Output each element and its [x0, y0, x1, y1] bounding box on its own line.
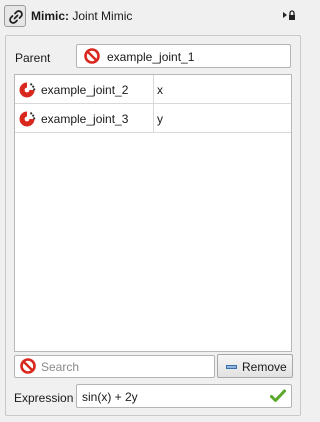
link-icon-button[interactable] [4, 5, 26, 27]
expression-input[interactable] [82, 388, 262, 405]
link-icon [9, 10, 23, 24]
minus-icon [226, 365, 237, 369]
joint-expression: x [157, 83, 163, 97]
search-input[interactable] [41, 358, 211, 375]
parent-value: example_joint_1 [107, 50, 195, 64]
joint-name: example_joint_2 [41, 83, 129, 97]
mimic-panel: Parent example_joint_1 example_joint_2 x [5, 35, 301, 416]
joint-expression-cell[interactable]: x [154, 75, 291, 104]
parent-label: Parent [15, 51, 51, 65]
expression-field[interactable] [76, 384, 292, 408]
remove-button-label: Remove [242, 360, 287, 374]
panel-title-rest: Joint Mimic [69, 9, 133, 23]
panel-title: Mimic: Joint Mimic [31, 9, 132, 23]
joint-expression-cell[interactable]: y [154, 104, 291, 133]
title-bar: Mimic: Joint Mimic [0, 0, 306, 32]
joint-name-cell[interactable]: example_joint_3 [15, 104, 154, 133]
checkmark-icon [270, 389, 286, 402]
parent-field[interactable]: example_joint_1 [76, 44, 291, 68]
joint-icon [19, 111, 36, 127]
table-row[interactable]: example_joint_3 y [15, 104, 291, 133]
joint-name-cell[interactable]: example_joint_2 [15, 75, 154, 104]
no-entry-icon [84, 48, 100, 64]
joint-name: example_joint_3 [41, 112, 129, 126]
panel-title-bold: Mimic: [31, 9, 70, 23]
pin-lock-icon[interactable] [282, 9, 296, 21]
joint-icon [19, 82, 36, 98]
no-entry-icon [20, 358, 36, 374]
search-field[interactable] [14, 355, 215, 378]
expression-label: Expression [14, 391, 74, 405]
remove-button[interactable]: Remove [217, 354, 293, 378]
joint-expression: y [157, 112, 163, 126]
table-row[interactable]: example_joint_2 x [15, 75, 291, 104]
mimic-joint-table: example_joint_2 x example_joint_3 y [14, 74, 292, 352]
